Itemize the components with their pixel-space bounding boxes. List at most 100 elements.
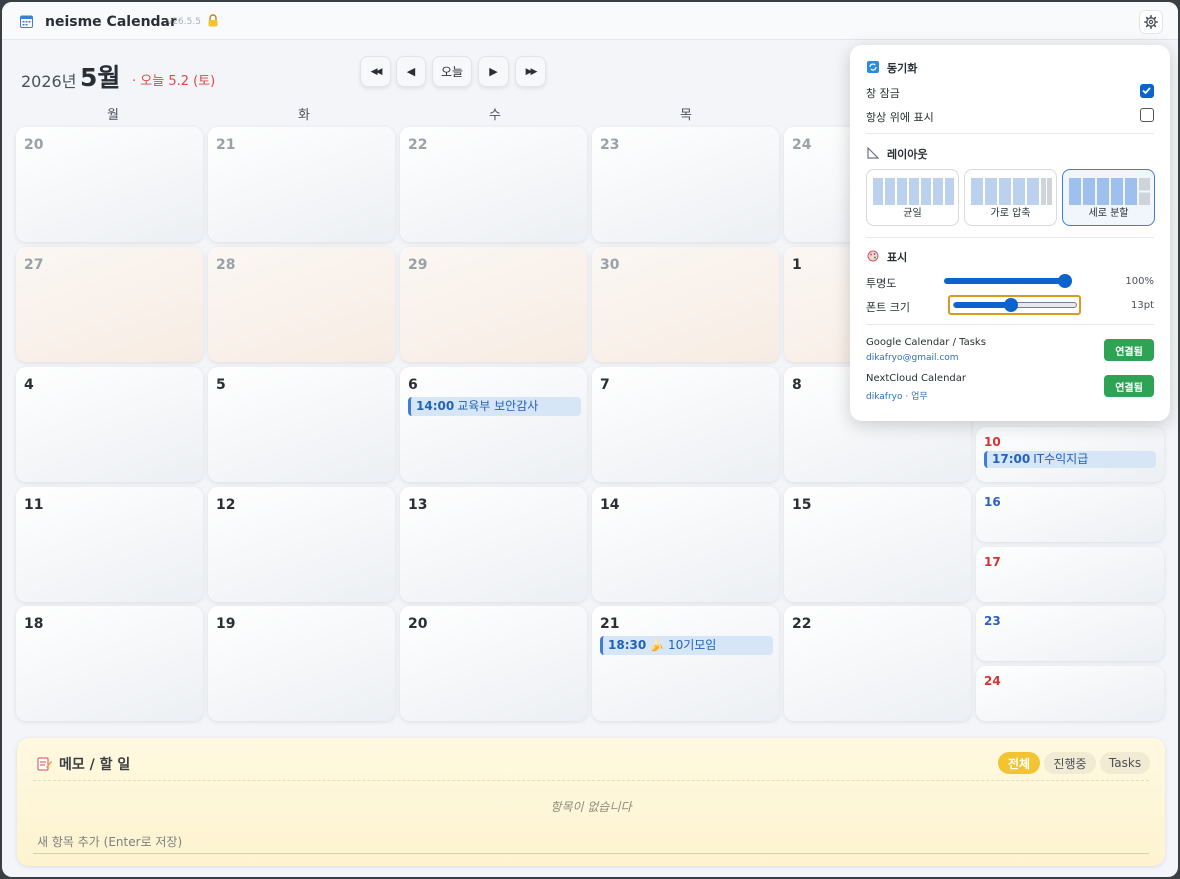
prev-month-fast-button[interactable]: ◀◀	[360, 56, 391, 87]
sync-icon	[867, 61, 879, 73]
day-number: 1	[792, 257, 802, 273]
layout-option-horizontal-compress[interactable]: 가로 압축	[964, 169, 1057, 226]
layout-option-label: 가로 압축	[990, 208, 1031, 219]
day-number: 30	[600, 257, 620, 273]
day-number: 17	[984, 555, 1001, 569]
opacity-label: 투명도	[866, 277, 897, 290]
day-cell-weekend[interactable]: 10 17:00 IT수익지급	[976, 427, 1164, 482]
day-cell[interactable]: 20	[16, 127, 203, 242]
day-number: 27	[24, 257, 44, 273]
today-button[interactable]: 오늘	[432, 56, 472, 87]
chevron-left-icon: ◀	[406, 65, 416, 78]
day-cell[interactable]: 4	[16, 367, 203, 482]
next-month-button[interactable]: ▶	[478, 56, 509, 87]
opacity-slider-fill	[944, 278, 1065, 284]
day-number: 23	[984, 614, 1001, 628]
day-cell[interactable]: 11	[16, 487, 203, 602]
event-title: IT수익지급	[1033, 452, 1089, 466]
next-month-fast-button[interactable]: ▶▶	[515, 56, 546, 87]
font-size-value: 13pt	[1131, 300, 1154, 311]
day-cell-weekend[interactable]: 17	[976, 547, 1164, 602]
lock-icon[interactable]	[207, 14, 219, 27]
day-number: 28	[216, 257, 236, 273]
prev-month-button[interactable]: ◀	[396, 56, 426, 87]
day-number: 6	[408, 377, 418, 393]
opacity-slider[interactable]	[944, 274, 1072, 288]
day-cell[interactable]: 22	[400, 127, 587, 242]
day-cell[interactable]: 15	[784, 487, 971, 602]
day-cell[interactable]: 12	[208, 487, 395, 602]
header-year: 2026년	[21, 72, 77, 91]
service-account[interactable]: dikafryo · 업무	[866, 389, 928, 402]
layout-section-title: 레이아웃	[887, 148, 928, 161]
new-item-input[interactable]	[33, 830, 1149, 854]
day-number: 15	[792, 497, 812, 513]
day-cell[interactable]: 19	[208, 606, 395, 721]
day-cell[interactable]: 20	[400, 606, 587, 721]
double-chevron-right-icon: ▶▶	[525, 66, 538, 77]
day-cell[interactable]: 23	[592, 127, 779, 242]
weekday-wed: 수	[489, 108, 501, 123]
title-bar: neisme Calendar v26.5.5	[2, 2, 1178, 40]
day-cell[interactable]: 5	[208, 367, 395, 482]
font-size-slider-fill	[954, 302, 1011, 308]
calendar-icon	[20, 15, 33, 28]
event-item[interactable]: 14:00 교육부 보안감사	[408, 397, 581, 416]
day-cell[interactable]: 21	[208, 127, 395, 242]
header-month: 5월	[80, 63, 121, 92]
day-number: 22	[792, 616, 812, 632]
day-cell-weekend[interactable]: 23	[976, 606, 1164, 661]
day-cell-weekend[interactable]: 24	[976, 666, 1164, 721]
weekday-tue: 화	[298, 108, 310, 123]
day-cell[interactable]: 30	[592, 247, 779, 362]
day-number: 14	[600, 497, 620, 513]
layout-option-label: 세로 분할	[1088, 208, 1129, 219]
font-size-slider[interactable]	[953, 298, 1077, 312]
day-cell[interactable]: 27	[16, 247, 203, 362]
layout-option-vertical-split[interactable]: 세로 분할	[1062, 169, 1155, 226]
window-lock-checkbox[interactable]	[1140, 84, 1154, 98]
memo-panel: 메모 / 할 일 전체 진행중 Tasks 항목이 없습니다	[17, 738, 1165, 866]
filter-in-progress-tab[interactable]: 진행중	[1044, 752, 1096, 774]
day-cell[interactable]: 7	[592, 367, 779, 482]
day-cell-weekend[interactable]: 16	[976, 487, 1164, 542]
weekday-mon: 월	[107, 108, 119, 123]
section-divider	[866, 237, 1154, 238]
day-cell[interactable]: 14	[592, 487, 779, 602]
display-section-title: 표시	[887, 251, 908, 264]
day-cell[interactable]: 22	[784, 606, 971, 721]
palette-icon	[867, 250, 879, 262]
app-version: v26.5.5	[167, 17, 201, 27]
today-indicator[interactable]: · 오늘 5.2 (토)	[132, 70, 215, 89]
day-cell[interactable]: 29	[400, 247, 587, 362]
day-cell[interactable]: 18	[16, 606, 203, 721]
event-title: 🍌 10기모임	[649, 638, 717, 652]
filter-tasks-tab[interactable]: Tasks	[1100, 752, 1150, 774]
always-on-top-checkbox[interactable]	[1140, 108, 1154, 122]
day-cell[interactable]: 21 18:30 🍌 10기모임	[592, 606, 779, 721]
service-name: NextCloud Calendar	[866, 373, 967, 384]
opacity-slider-thumb[interactable]	[1058, 274, 1072, 288]
service-account[interactable]: dikafryo@gmail.com	[866, 353, 959, 363]
event-title: 교육부 보안감사	[457, 399, 539, 413]
window-lock-label: 창 잠금	[866, 87, 900, 100]
day-number: 24	[984, 674, 1001, 688]
day-cell[interactable]: 6 14:00 교육부 보안감사	[400, 367, 587, 482]
nextcloud-connected-button[interactable]: 연결됨	[1104, 375, 1154, 397]
google-connected-button[interactable]: 연결됨	[1104, 339, 1154, 361]
day-cell[interactable]: 28	[208, 247, 395, 362]
event-item[interactable]: 18:30 🍌 10기모임	[600, 636, 773, 655]
memo-divider	[33, 780, 1149, 781]
layout-option-uniform[interactable]: 균일	[866, 169, 959, 226]
font-size-slider-thumb[interactable]	[1004, 298, 1018, 312]
day-cell[interactable]: 13	[400, 487, 587, 602]
event-time: 17:00	[992, 452, 1031, 466]
always-on-top-label: 항상 위에 표시	[866, 111, 934, 124]
chevron-right-icon: ▶	[489, 65, 498, 78]
settings-button[interactable]	[1139, 10, 1163, 34]
day-number: 18	[24, 616, 44, 632]
app-window: neisme Calendar v26.5.5 2026년 5월 · 오늘 5.…	[2, 2, 1178, 877]
day-number: 20	[408, 616, 428, 632]
filter-all-tab[interactable]: 전체	[998, 752, 1040, 774]
event-item[interactable]: 17:00 IT수익지급	[984, 451, 1156, 468]
